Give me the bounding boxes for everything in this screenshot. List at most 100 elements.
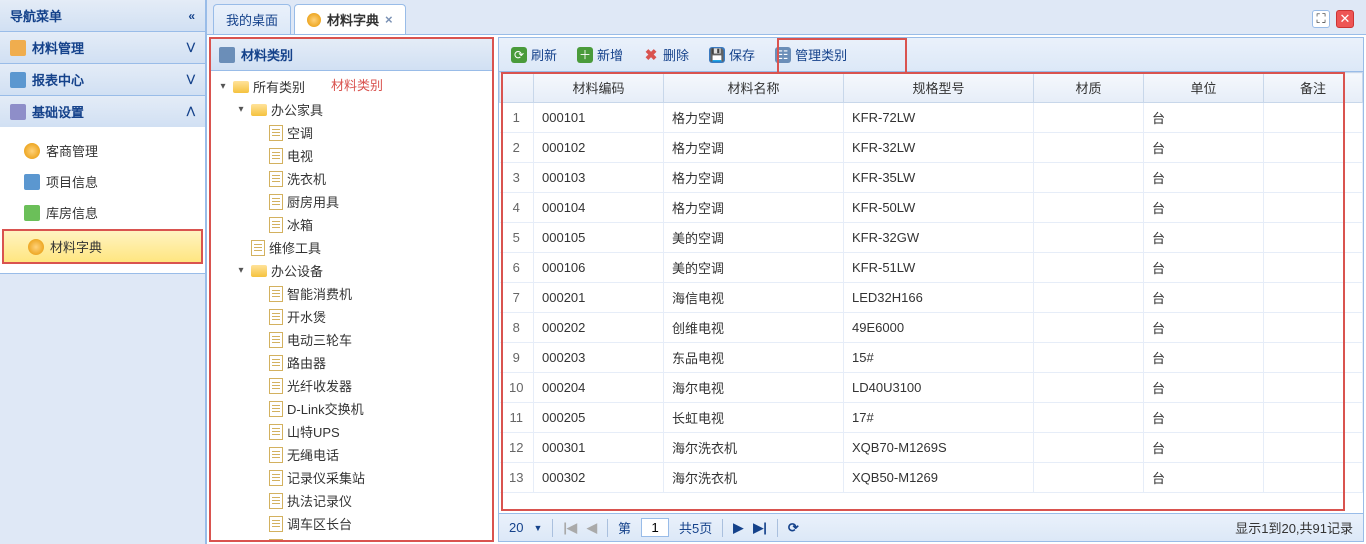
cell-n[interactable]: 6	[500, 253, 534, 283]
cell-unit[interactable]: 台	[1144, 223, 1264, 253]
cell-code[interactable]: 000103	[534, 163, 664, 193]
col-rownum[interactable]	[500, 73, 534, 103]
cell-spec[interactable]: KFR-32GW	[844, 223, 1034, 253]
table-row[interactable]: 2000102格力空调KFR-32LW台	[500, 133, 1363, 163]
menu-item-material-dict[interactable]: 材料字典	[2, 229, 203, 264]
cell-spec[interactable]: KFR-32LW	[844, 133, 1034, 163]
table-row[interactable]: 4000104格力空调KFR-50LW台	[500, 193, 1363, 223]
cell-unit[interactable]: 台	[1144, 433, 1264, 463]
last-page-button[interactable]: ▶|	[753, 520, 767, 536]
cell-unit[interactable]: 台	[1144, 403, 1264, 433]
page-input[interactable]	[641, 518, 669, 537]
cell-mat[interactable]	[1034, 283, 1144, 313]
cell-mat[interactable]	[1034, 133, 1144, 163]
cell-note[interactable]	[1264, 433, 1363, 463]
cell-n[interactable]: 10	[500, 373, 534, 403]
cell-name[interactable]: 美的空调	[664, 253, 844, 283]
cell-note[interactable]	[1264, 343, 1363, 373]
tree-node[interactable]: •对讲机	[211, 535, 492, 540]
tree-node[interactable]: •空调	[211, 121, 492, 144]
cell-n[interactable]: 4	[500, 193, 534, 223]
cell-name[interactable]: 美的空调	[664, 223, 844, 253]
cell-code[interactable]: 000202	[534, 313, 664, 343]
cell-name[interactable]: 海信电视	[664, 283, 844, 313]
sidebar-collapse-icon[interactable]: «	[188, 9, 195, 23]
prev-page-button[interactable]: ◀	[587, 520, 597, 536]
cell-mat[interactable]	[1034, 163, 1144, 193]
cell-spec[interactable]: KFR-35LW	[844, 163, 1034, 193]
cell-spec[interactable]: 49E6000	[844, 313, 1034, 343]
cell-name[interactable]: 海尔电视	[664, 373, 844, 403]
tree-node[interactable]: ▾办公家具	[211, 98, 492, 121]
cell-code[interactable]: 000203	[534, 343, 664, 373]
tree-node[interactable]: •电视	[211, 144, 492, 167]
table-row[interactable]: 6000106美的空调KFR-51LW 台	[500, 253, 1363, 283]
table-row[interactable]: 5000105美的空调KFR-32GW 台	[500, 223, 1363, 253]
cell-mat[interactable]	[1034, 463, 1144, 493]
cell-spec[interactable]: LED32H166	[844, 283, 1034, 313]
cell-unit[interactable]: 台	[1144, 163, 1264, 193]
cell-note[interactable]	[1264, 133, 1363, 163]
tree-node[interactable]: •智能消费机	[211, 282, 492, 305]
cell-mat[interactable]	[1034, 343, 1144, 373]
cell-spec[interactable]: KFR-51LW	[844, 253, 1034, 283]
cell-note[interactable]	[1264, 463, 1363, 493]
cell-mat[interactable]	[1034, 193, 1144, 223]
cell-unit[interactable]: 台	[1144, 313, 1264, 343]
tree-node[interactable]: •厨房用具	[211, 190, 492, 213]
table-row[interactable]: 12000301海尔洗衣机XQB70-M1269S 台	[500, 433, 1363, 463]
cell-code[interactable]: 000201	[534, 283, 664, 313]
col-name[interactable]: 材料名称	[664, 73, 844, 103]
tree-node[interactable]: •冰箱	[211, 213, 492, 236]
table-row[interactable]: 3000103格力空调KFR-35LW台	[500, 163, 1363, 193]
table-row[interactable]: 9000203东品电视15#台	[500, 343, 1363, 373]
tree-node[interactable]: •D-Link交换机	[211, 397, 492, 420]
cell-code[interactable]: 000106	[534, 253, 664, 283]
page-size[interactable]: 20	[509, 520, 523, 535]
tab-close-icon[interactable]: ×	[385, 12, 393, 27]
menu-item-warehouse[interactable]: 库房信息	[0, 197, 205, 228]
close-all-icon[interactable]: ✕	[1336, 10, 1354, 28]
save-button[interactable]: 💾保存	[703, 42, 761, 67]
tree-node[interactable]: •开水煲	[211, 305, 492, 328]
cell-spec[interactable]: XQB70-M1269S	[844, 433, 1034, 463]
cell-note[interactable]	[1264, 163, 1363, 193]
tree-node[interactable]: •执法记录仪	[211, 489, 492, 512]
table-row[interactable]: 10000204海尔电视LD40U3100台	[500, 373, 1363, 403]
cell-n[interactable]: 12	[500, 433, 534, 463]
tree-node[interactable]: •光纤收发器	[211, 374, 492, 397]
cell-name[interactable]: 格力空调	[664, 133, 844, 163]
cell-code[interactable]: 000302	[534, 463, 664, 493]
cell-note[interactable]	[1264, 103, 1363, 133]
table-wrap[interactable]: 材料编码 材料名称 规格型号 材质 单位 备注 1000101格力空调KFR-7…	[499, 72, 1363, 513]
tab-desktop[interactable]: 我的桌面	[213, 4, 291, 34]
col-note[interactable]: 备注	[1264, 73, 1363, 103]
table-row[interactable]: 1000101格力空调KFR-72LW台	[500, 103, 1363, 133]
cell-unit[interactable]: 台	[1144, 343, 1264, 373]
table-row[interactable]: 8000202创维电视49E6000台	[500, 313, 1363, 343]
menu-item-vendor[interactable]: 客商管理	[0, 135, 205, 166]
cell-code[interactable]: 000105	[534, 223, 664, 253]
cell-note[interactable]	[1264, 373, 1363, 403]
tab-material-dict[interactable]: 材料字典 ×	[294, 4, 406, 34]
cell-n[interactable]: 5	[500, 223, 534, 253]
cell-spec[interactable]: LD40U3100	[844, 373, 1034, 403]
cell-unit[interactable]: 台	[1144, 373, 1264, 403]
cell-mat[interactable]	[1034, 433, 1144, 463]
first-page-button[interactable]: |◀	[563, 520, 577, 536]
cell-unit[interactable]: 台	[1144, 103, 1264, 133]
cell-name[interactable]: 海尔洗衣机	[664, 433, 844, 463]
cell-code[interactable]: 000102	[534, 133, 664, 163]
cell-n[interactable]: 7	[500, 283, 534, 313]
cell-note[interactable]	[1264, 223, 1363, 253]
cell-spec[interactable]: XQB50-M1269	[844, 463, 1034, 493]
cell-unit[interactable]: 台	[1144, 193, 1264, 223]
cell-spec[interactable]: 15#	[844, 343, 1034, 373]
cell-name[interactable]: 东品电视	[664, 343, 844, 373]
cell-unit[interactable]: 台	[1144, 253, 1264, 283]
tree-toggle-icon[interactable]: ▾	[235, 104, 247, 115]
table-row[interactable]: 13000302海尔洗衣机XQB50-M1269台	[500, 463, 1363, 493]
cell-name[interactable]: 格力空调	[664, 103, 844, 133]
next-page-button[interactable]: ▶	[733, 520, 743, 536]
cell-code[interactable]: 000301	[534, 433, 664, 463]
